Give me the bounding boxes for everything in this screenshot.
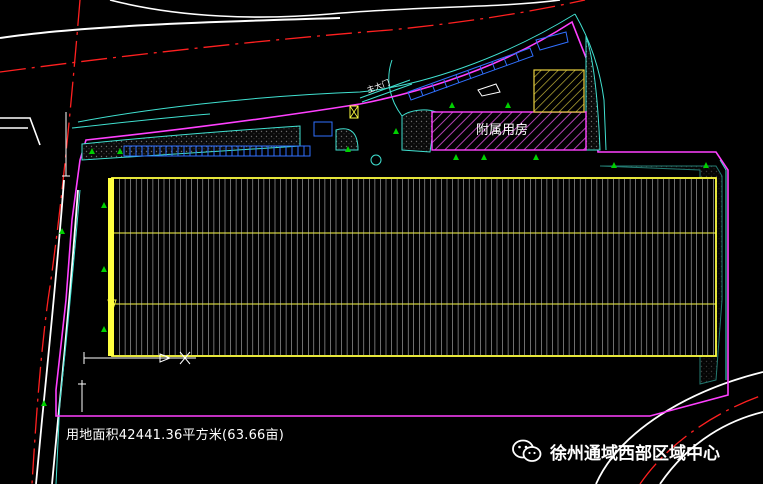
storage-building xyxy=(533,69,585,113)
direction-arrow xyxy=(41,400,47,406)
ancillary-building: 附属用房 xyxy=(431,111,587,151)
direction-arrow xyxy=(101,266,107,272)
direction-arrow xyxy=(449,102,455,108)
entrance-label: 主大门 xyxy=(365,77,391,95)
main-entrance: 主大门 xyxy=(349,77,413,119)
array-left-edge xyxy=(108,178,114,356)
direction-arrow xyxy=(611,162,617,168)
road-edges-bottom-right xyxy=(595,371,763,484)
direction-arrow xyxy=(481,154,487,160)
direction-arrow xyxy=(101,202,107,208)
direction-arrow xyxy=(453,154,459,160)
direction-arrow xyxy=(101,326,107,332)
direction-arrow xyxy=(393,128,399,134)
site-area-note: 用地面积42441.36平方米(63.66亩) xyxy=(66,428,284,443)
solar-array xyxy=(108,177,717,357)
direction-arrow xyxy=(533,154,539,160)
building-label: 附属用房 xyxy=(476,122,528,138)
direction-arrow xyxy=(703,162,709,168)
wechat-icon xyxy=(512,439,542,462)
watermark-text: 徐州通域西部区域中心 xyxy=(550,443,720,464)
watermark: 徐州通域西部区域中心 xyxy=(512,438,720,464)
site-plan-drawing: 主大门 附属用房 xyxy=(0,0,763,484)
direction-arrow xyxy=(505,102,511,108)
